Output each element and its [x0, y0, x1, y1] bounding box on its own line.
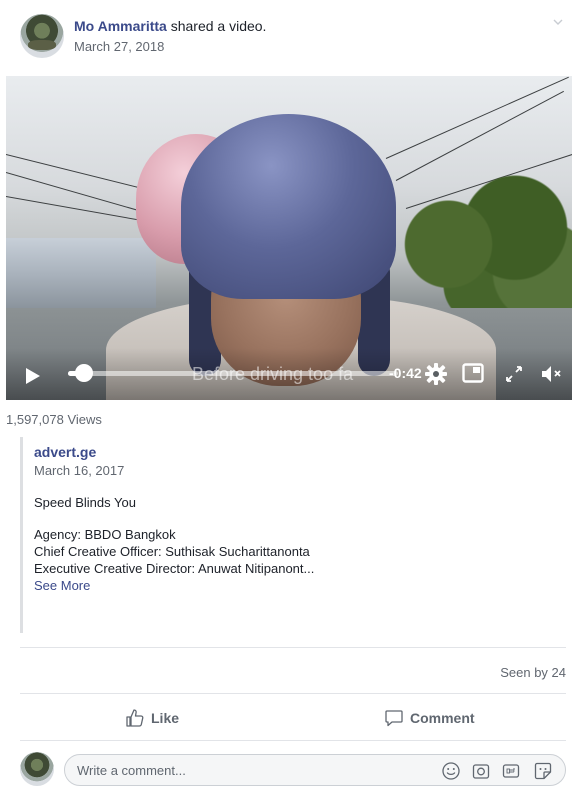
video-caption: Before driving too fa	[192, 364, 354, 384]
divider	[20, 693, 566, 694]
thumbs-up-icon	[126, 709, 144, 727]
video-controls: Before driving too fa -0:42	[6, 348, 572, 400]
divider	[20, 647, 566, 648]
gif-icon[interactable]	[501, 761, 521, 781]
play-icon[interactable]	[26, 368, 40, 384]
roadside-building	[6, 238, 156, 308]
seen-by-count[interactable]: Seen by 24	[500, 665, 566, 680]
shared-post-line: Chief Creative Officer: Suthisak Suchari…	[34, 544, 310, 559]
post-action-text: shared a video.	[166, 18, 267, 34]
picture-in-picture-icon[interactable]	[462, 363, 484, 383]
comment-bubble-icon	[385, 710, 403, 727]
video-player[interactable]: Before driving too fa -0:42	[6, 76, 572, 400]
see-more-link[interactable]: See More	[34, 578, 310, 593]
shared-source-date[interactable]: March 16, 2017	[34, 463, 310, 478]
post-author-line: Mo Ammaritta shared a video.	[74, 18, 266, 34]
video-scrubber-handle[interactable]	[75, 364, 93, 382]
emoji-icon[interactable]	[441, 761, 461, 781]
like-button[interactable]: Like	[125, 706, 179, 730]
camera-icon[interactable]	[471, 761, 491, 781]
author-name-link[interactable]: Mo Ammaritta	[74, 18, 167, 34]
fullscreen-icon[interactable]	[504, 364, 524, 384]
power-line	[385, 76, 569, 159]
shared-content-card: advert.ge March 16, 2017 Speed Blinds Yo…	[20, 437, 315, 633]
post-date[interactable]: March 27, 2018	[74, 39, 164, 54]
shared-post-line: Executive Creative Director: Anuwat Niti…	[34, 561, 315, 576]
rider-blue-helmet	[181, 114, 396, 299]
divider	[20, 740, 566, 741]
post-options-chevron-icon[interactable]	[552, 16, 564, 28]
shared-source-name[interactable]: advert.ge	[34, 444, 310, 460]
speaker-muted-icon[interactable]	[540, 363, 564, 385]
sticker-icon[interactable]	[533, 761, 553, 781]
like-label: Like	[151, 710, 180, 726]
video-time-remaining: -0:42	[389, 365, 422, 381]
shared-post-title: Speed Blinds You	[34, 495, 136, 510]
power-line	[395, 90, 564, 181]
composer-avatar[interactable]	[20, 752, 54, 786]
post-header: Mo Ammaritta shared a video. March 27, 2…	[0, 0, 572, 76]
gear-icon[interactable]	[424, 362, 448, 386]
comment-label: Comment	[410, 710, 475, 726]
video-view-count: 1,597,078 Views	[6, 412, 102, 427]
comment-input[interactable]	[77, 755, 417, 785]
author-avatar[interactable]	[20, 14, 64, 58]
comment-composer	[64, 754, 566, 786]
shared-post-line: Agency: BBDO Bangkok	[34, 527, 176, 542]
comment-button[interactable]: Comment	[384, 706, 475, 730]
shared-post-body: Agency: BBDO Bangkok Chief Creative Offi…	[34, 526, 315, 577]
